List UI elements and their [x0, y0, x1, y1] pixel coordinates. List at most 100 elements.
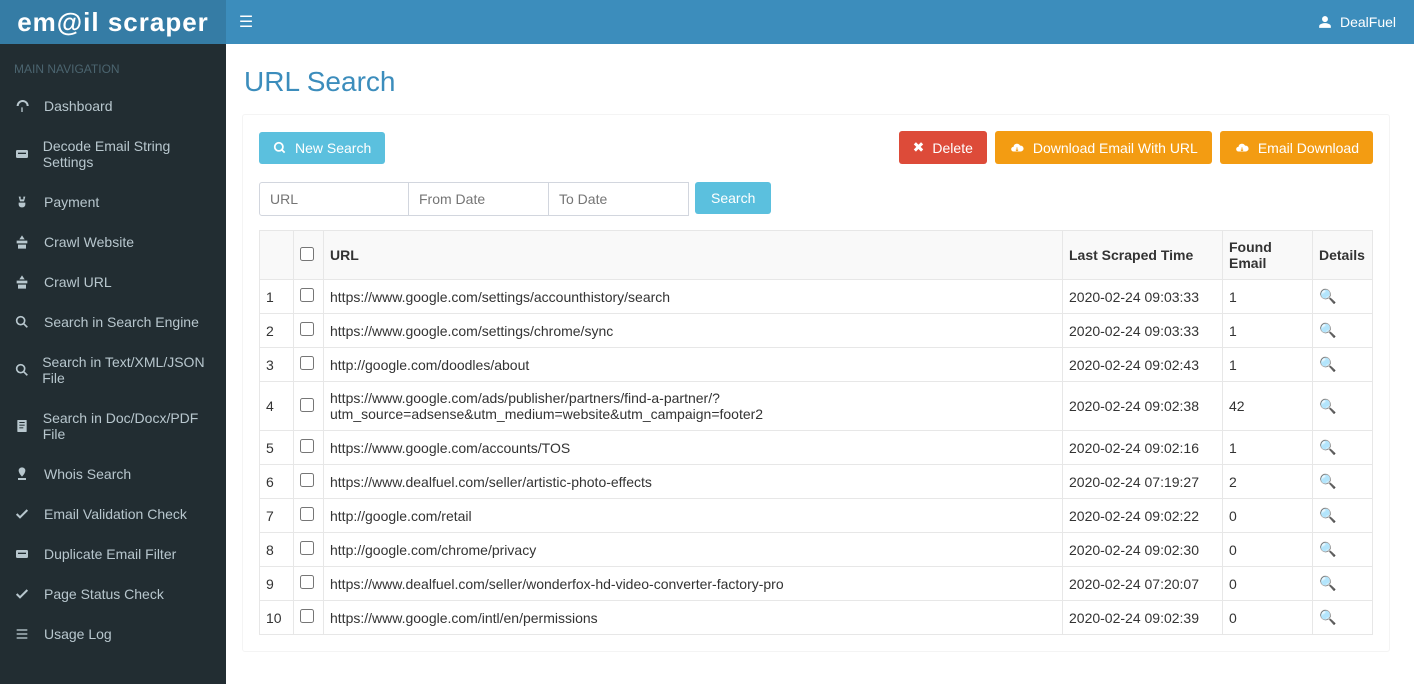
row-found-email: 0	[1223, 601, 1313, 635]
download-with-url-label: Download Email With URL	[1033, 140, 1198, 156]
row-checkbox[interactable]	[300, 356, 314, 370]
details-icon[interactable]: 🔍	[1319, 398, 1336, 415]
sidebar-item-whois-search[interactable]: Whois Search	[0, 454, 226, 494]
sidebar-item-label: Search in Text/XML/JSON File	[42, 354, 212, 386]
row-number: 6	[260, 465, 294, 499]
sidebar-item-email-validation-check[interactable]: Email Validation Check	[0, 494, 226, 534]
col-header-found-email[interactable]: Found Email	[1223, 231, 1313, 280]
filter-row: Search	[259, 182, 1373, 216]
sidebar-item-duplicate-email-filter[interactable]: Duplicate Email Filter	[0, 534, 226, 574]
sidebar-item-label: Crawl URL	[44, 274, 112, 290]
col-header-last-scraped[interactable]: Last Scraped Time	[1063, 231, 1223, 280]
close-icon: ✖	[913, 139, 925, 156]
sidebar-header: MAIN NAVIGATION	[0, 52, 226, 86]
search-button-label: Search	[711, 190, 755, 206]
details-icon[interactable]: 🔍	[1319, 473, 1336, 490]
nav-icon	[14, 418, 31, 434]
from-date-input[interactable]	[409, 182, 549, 216]
row-time: 2020-02-24 09:02:22	[1063, 499, 1223, 533]
nav-icon	[14, 98, 32, 114]
details-icon[interactable]: 🔍	[1319, 288, 1336, 305]
row-url: https://www.google.com/settings/accounth…	[324, 280, 1063, 314]
nav-icon	[14, 626, 32, 642]
nav-icon	[14, 466, 32, 482]
row-time: 2020-02-24 09:02:39	[1063, 601, 1223, 635]
col-header-details[interactable]: Details	[1313, 231, 1373, 280]
nav-icon	[14, 362, 30, 378]
row-url: https://www.google.com/intl/en/permissio…	[324, 601, 1063, 635]
details-icon[interactable]: 🔍	[1319, 507, 1336, 524]
delete-button[interactable]: ✖ Delete	[899, 131, 987, 164]
row-checkbox[interactable]	[300, 609, 314, 623]
row-time: 2020-02-24 09:02:38	[1063, 382, 1223, 431]
cloud-download-icon	[1009, 141, 1025, 155]
row-found-email: 42	[1223, 382, 1313, 431]
row-checkbox[interactable]	[300, 507, 314, 521]
row-found-email: 0	[1223, 567, 1313, 601]
col-header-url[interactable]: URL	[324, 231, 1063, 280]
details-icon[interactable]: 🔍	[1319, 322, 1336, 339]
results-table: URL Last Scraped Time Found Email Detail…	[259, 230, 1373, 635]
sidebar-item-label: Usage Log	[44, 626, 112, 642]
details-icon[interactable]: 🔍	[1319, 356, 1336, 373]
toolbar: New Search ✖ Delete Download Email With …	[259, 131, 1373, 164]
email-download-button[interactable]: Email Download	[1220, 131, 1373, 164]
nav-icon	[14, 546, 32, 562]
menu-toggle-button[interactable]: ☰	[226, 12, 266, 32]
panel: New Search ✖ Delete Download Email With …	[242, 114, 1390, 652]
row-checkbox[interactable]	[300, 439, 314, 453]
sidebar-item-usage-log[interactable]: Usage Log	[0, 614, 226, 654]
row-checkbox[interactable]	[300, 398, 314, 412]
sidebar-item-search-in-doc-docx-pdf-file[interactable]: Search in Doc/Docx/PDF File	[0, 398, 226, 454]
row-time: 2020-02-24 09:03:33	[1063, 314, 1223, 348]
url-filter-input[interactable]	[259, 182, 409, 216]
row-time: 2020-02-24 09:02:16	[1063, 431, 1223, 465]
search-icon	[273, 141, 287, 155]
brand-logo[interactable]: em@il scraper	[0, 0, 226, 44]
details-icon[interactable]: 🔍	[1319, 575, 1336, 592]
row-url: http://google.com/chrome/privacy	[324, 533, 1063, 567]
row-checkbox[interactable]	[300, 473, 314, 487]
row-url: https://www.dealfuel.com/seller/artistic…	[324, 465, 1063, 499]
details-icon[interactable]: 🔍	[1319, 439, 1336, 456]
row-url: https://www.google.com/settings/chrome/s…	[324, 314, 1063, 348]
row-checkbox[interactable]	[300, 541, 314, 555]
row-number: 2	[260, 314, 294, 348]
table-row: 1 https://www.google.com/settings/account…	[260, 280, 1373, 314]
sidebar-item-label: Dashboard	[44, 98, 113, 114]
sidebar-item-search-in-search-engine[interactable]: Search in Search Engine	[0, 302, 226, 342]
sidebar-item-crawl-website[interactable]: Crawl Website	[0, 222, 226, 262]
sidebar-item-payment[interactable]: Payment	[0, 182, 226, 222]
sidebar-item-label: Search in Search Engine	[44, 314, 199, 330]
sidebar-item-page-status-check[interactable]: Page Status Check	[0, 574, 226, 614]
row-checkbox[interactable]	[300, 322, 314, 336]
row-checkbox[interactable]	[300, 288, 314, 302]
details-icon[interactable]: 🔍	[1319, 541, 1336, 558]
row-number: 9	[260, 567, 294, 601]
user-icon	[1318, 15, 1332, 29]
search-button[interactable]: Search	[695, 182, 771, 214]
download-email-with-url-button[interactable]: Download Email With URL	[995, 131, 1212, 164]
row-time: 2020-02-24 09:03:33	[1063, 280, 1223, 314]
row-found-email: 1	[1223, 314, 1313, 348]
row-time: 2020-02-24 09:02:30	[1063, 533, 1223, 567]
select-all-checkbox[interactable]	[300, 247, 314, 261]
sidebar-item-dashboard[interactable]: Dashboard	[0, 86, 226, 126]
sidebar-item-decode-email-string-settings[interactable]: Decode Email String Settings	[0, 126, 226, 182]
user-menu[interactable]: DealFuel	[1318, 14, 1414, 30]
new-search-button[interactable]: New Search	[259, 132, 385, 164]
table-row: 5https://www.google.com/accounts/TOS2020…	[260, 431, 1373, 465]
row-number: 10	[260, 601, 294, 635]
details-icon[interactable]: 🔍	[1319, 609, 1336, 626]
row-found-email: 1	[1223, 348, 1313, 382]
nav-icon	[14, 506, 32, 522]
page-title: URL Search	[244, 66, 1390, 98]
row-checkbox[interactable]	[300, 575, 314, 589]
to-date-input[interactable]	[549, 182, 689, 216]
sidebar-item-search-in-text-xml-json-file[interactable]: Search in Text/XML/JSON File	[0, 342, 226, 398]
row-number: 1	[260, 280, 294, 314]
row-time: 2020-02-24 09:02:43	[1063, 348, 1223, 382]
nav-icon	[14, 274, 32, 290]
sidebar-item-crawl-url[interactable]: Crawl URL	[0, 262, 226, 302]
col-header-number	[260, 231, 294, 280]
